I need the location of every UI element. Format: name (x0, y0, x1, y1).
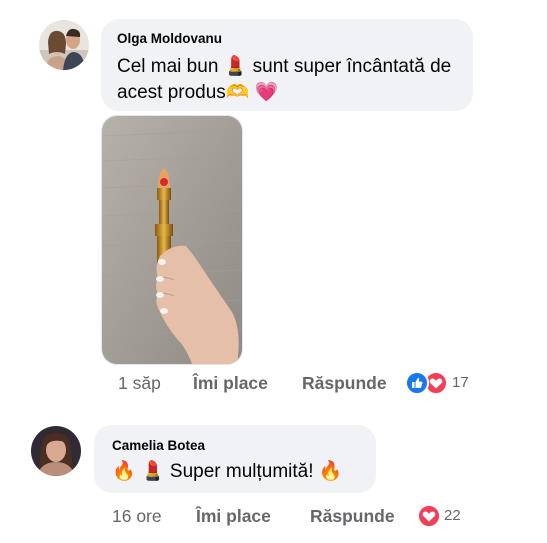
pink-heart-emoji: 💗 (254, 81, 279, 103)
comment-author-name[interactable]: Olga Moldovanu (117, 31, 222, 46)
avatar-olga-moldovanu[interactable] (39, 20, 89, 70)
comment-text-line-1: Cel mai bun 💄 sunt super încântată de (117, 52, 451, 81)
fire-emoji: 🔥 (112, 460, 136, 482)
comment-text-line-2: acest produs🫶 💗 (117, 78, 278, 107)
reactions-summary[interactable]: 17 (404, 370, 484, 396)
avatar-camelia-botea[interactable] (31, 426, 81, 476)
comment-text-line-1: 🔥 💄 Super mulțumită! 🔥 (112, 457, 342, 486)
heart-hands-emoji: 🫶 (225, 81, 250, 103)
comment-attached-photo[interactable] (101, 115, 243, 365)
like-reaction-icon (405, 371, 429, 395)
lipstick-emoji: 💄 (140, 460, 165, 482)
avatar-photo (31, 426, 81, 476)
reaction-count: 17 (452, 374, 469, 391)
comment-text-part: sunt super încântată de (252, 56, 452, 77)
comment-bubble-olga: Olga Moldovanu Cel mai bun 💄 sunt super … (101, 19, 473, 111)
fire-emoji: 🔥 (318, 460, 343, 482)
lipstick-photo (102, 116, 242, 364)
lipstick-emoji: 💄 (223, 55, 248, 77)
comment-text-part: Super mulțumită! (169, 461, 314, 482)
reactions-summary[interactable]: 22 (416, 503, 486, 529)
like-button[interactable]: Îmi place (196, 506, 271, 527)
love-reaction-icon (417, 504, 441, 528)
comment-bubble-camelia: Camelia Botea 🔥 💄 Super mulțumită! 🔥 (94, 425, 376, 493)
comment-author-name[interactable]: Camelia Botea (112, 438, 205, 453)
comment-timestamp[interactable]: 16 ore (112, 506, 162, 527)
reply-button[interactable]: Răspunde (302, 373, 387, 394)
comment-text-part: Cel mai bun (117, 56, 219, 77)
avatar-photo (39, 20, 89, 70)
like-button[interactable]: Îmi place (193, 373, 268, 394)
reply-button[interactable]: Răspunde (310, 506, 395, 527)
comment-timestamp[interactable]: 1 săp (118, 373, 161, 394)
reaction-count: 22 (444, 507, 461, 524)
comment-text-part: acest produs (117, 82, 226, 103)
